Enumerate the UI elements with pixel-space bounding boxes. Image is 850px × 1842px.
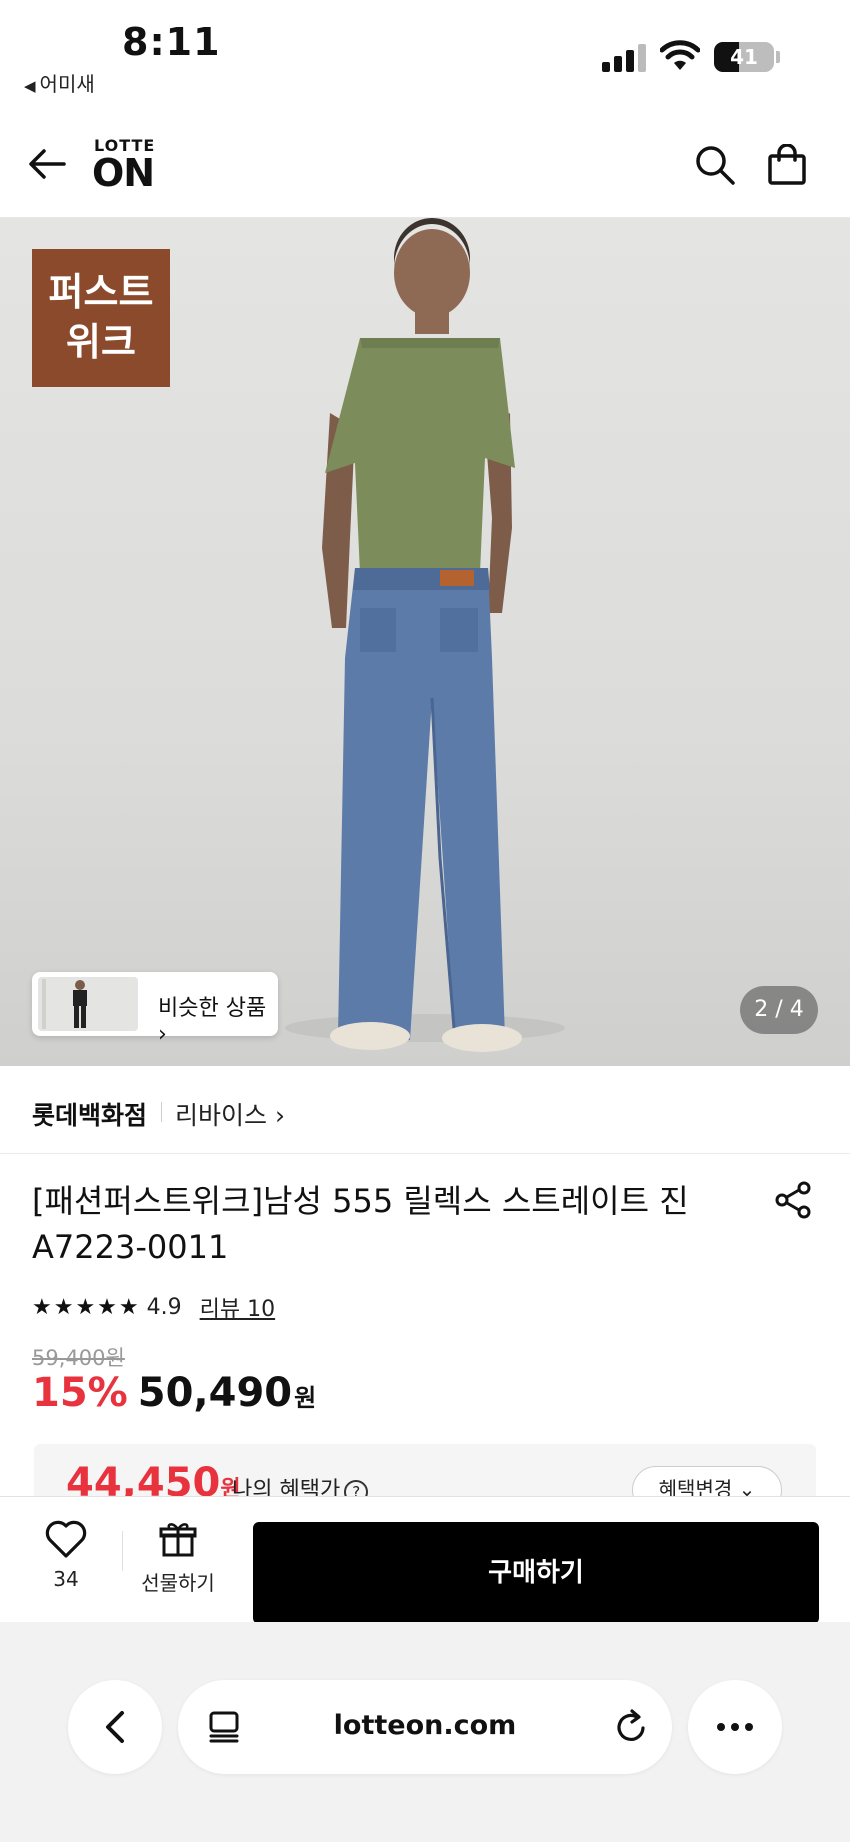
reload-icon[interactable] bbox=[612, 1708, 650, 1746]
buy-button[interactable]: 구매하기 bbox=[253, 1522, 819, 1624]
wifi-icon bbox=[660, 40, 700, 70]
browser-toolbar: lotteon.com bbox=[0, 1622, 850, 1842]
shopping-bag-icon[interactable] bbox=[766, 144, 808, 186]
url-text: lotteon.com bbox=[333, 1710, 517, 1741]
image-pager-indicator: 2 / 4 bbox=[740, 986, 818, 1034]
back-app-label: 어미새 bbox=[39, 72, 95, 96]
status-bar: 8:11 ◀ 어미새 41 bbox=[0, 0, 850, 110]
similar-product-thumbnail bbox=[38, 977, 138, 1031]
original-price: 59,400원 bbox=[32, 1346, 125, 1370]
like-count: 34 bbox=[53, 1567, 79, 1591]
help-icon[interactable]: ? bbox=[344, 1480, 369, 1496]
chevron-left-icon bbox=[106, 1711, 124, 1743]
discount-rate: 15% bbox=[32, 1370, 128, 1416]
rating-stars-icon: ★★★★★ bbox=[32, 1294, 141, 1320]
benefit-price-amount: 44,450 bbox=[66, 1460, 221, 1496]
app-header: LOTTE ON bbox=[0, 110, 850, 218]
product-image-carousel[interactable]: 퍼스트 위크 비슷한 상품 › 2 / 4 bbox=[0, 218, 850, 1066]
badge-line1: 퍼스트 bbox=[48, 270, 154, 314]
benefit-label-text: 나의 혜택가 bbox=[232, 1478, 341, 1496]
gift-icon bbox=[159, 1523, 197, 1557]
back-arrow-icon[interactable] bbox=[26, 142, 70, 186]
gift-label: 선물하기 bbox=[141, 1571, 215, 1595]
address-bar[interactable]: lotteon.com bbox=[178, 1680, 672, 1774]
back-triangle-icon: ◀ bbox=[24, 77, 36, 95]
like-button[interactable]: 34 bbox=[40, 1519, 92, 1591]
bottom-action-bar: 34 선물하기 구매하기 bbox=[0, 1496, 850, 1624]
product-title-line1: [패션퍼스트위크]남성 555 릴렉스 스트레이트 진 bbox=[32, 1182, 689, 1220]
benefit-label: 나의 혜택가? bbox=[232, 1472, 369, 1496]
seller-row: 롯데백화점 리바이스 › bbox=[0, 1066, 850, 1154]
share-icon[interactable] bbox=[774, 1180, 814, 1220]
browser-more-button[interactable] bbox=[688, 1680, 782, 1774]
battery-tip bbox=[776, 51, 780, 63]
gift-button[interactable]: 선물하기 bbox=[136, 1519, 220, 1596]
change-benefit-button[interactable]: 혜택변경 ⌄ bbox=[632, 1466, 782, 1496]
battery-level: 41 bbox=[730, 45, 758, 69]
brand-link[interactable]: 리바이스 › bbox=[175, 1096, 285, 1132]
heart-icon bbox=[45, 1520, 87, 1558]
lotte-on-logo[interactable]: LOTTE ON bbox=[92, 138, 155, 195]
browser-back-button[interactable] bbox=[68, 1680, 162, 1774]
my-benefit-box: 44,450원 나의 혜택가? 혜택변경 ⌄ bbox=[34, 1444, 816, 1496]
action-divider bbox=[122, 1531, 123, 1571]
first-week-badge: 퍼스트 위크 bbox=[32, 249, 170, 387]
store-name[interactable]: 롯데백화점 bbox=[32, 1096, 147, 1132]
similar-products-button[interactable]: 비슷한 상품 › bbox=[32, 972, 278, 1047]
signal-icon bbox=[602, 44, 646, 72]
sale-price: 50,490 bbox=[137, 1370, 293, 1416]
sale-price-currency: 원 bbox=[294, 1384, 317, 1412]
benefit-price: 44,450원 bbox=[66, 1460, 241, 1496]
more-dots-icon bbox=[717, 1723, 753, 1731]
product-title: [패션퍼스트위크]남성 555 릴렉스 스트레이트 진 A7223-0011 bbox=[32, 1178, 692, 1270]
rating-score: 4.9 bbox=[146, 1294, 182, 1320]
review-link[interactable]: 리뷰 10 bbox=[200, 1291, 275, 1323]
back-to-app-link[interactable]: ◀ 어미새 bbox=[24, 68, 95, 97]
product-title-line2: A7223-0011 bbox=[32, 1228, 229, 1266]
similar-products-label: 비슷한 상품 › bbox=[158, 996, 267, 1047]
battery-icon: 41 bbox=[714, 42, 774, 72]
badge-line2: 위크 bbox=[66, 320, 136, 364]
logo-bottom-text: ON bbox=[92, 151, 155, 195]
search-icon[interactable] bbox=[694, 144, 736, 186]
status-time: 8:11 bbox=[122, 20, 221, 64]
seller-divider bbox=[161, 1102, 162, 1122]
rating-row: ★★★★★ 4.9 리뷰 10 bbox=[32, 1291, 275, 1323]
price-row: 15% 50,490 원 bbox=[32, 1370, 316, 1416]
